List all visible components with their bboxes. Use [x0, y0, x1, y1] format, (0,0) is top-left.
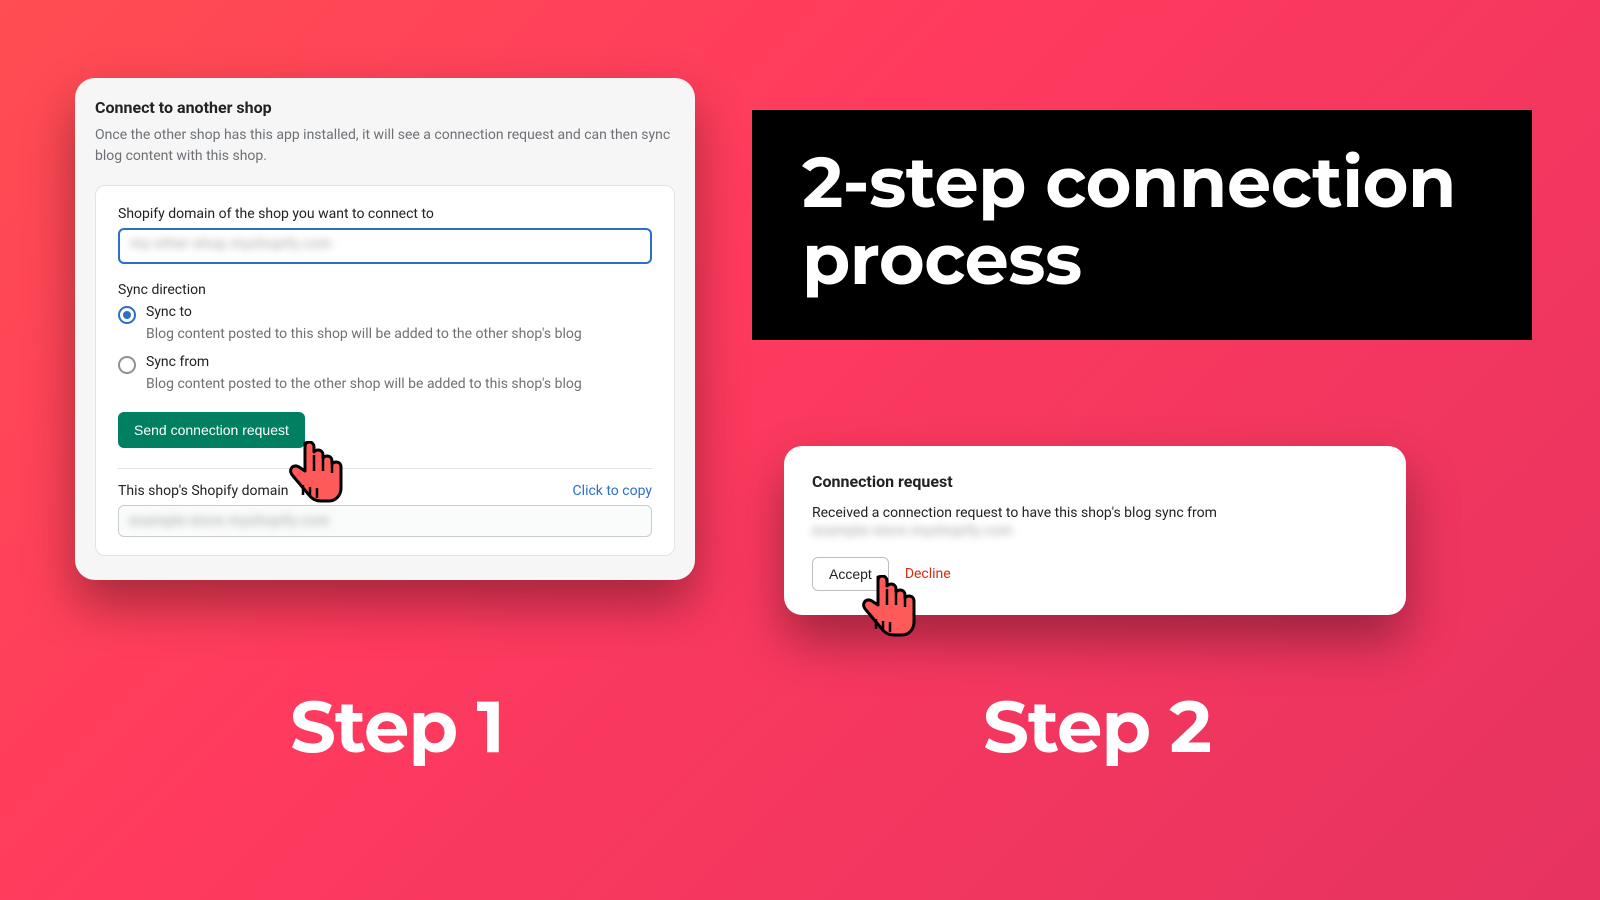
accept-button[interactable]: Accept [812, 557, 889, 591]
sync-direction-label: Sync direction [118, 282, 652, 298]
request-title: Connection request [812, 472, 1378, 491]
domain-field-label: Shopify domain of the shop you want to c… [118, 206, 652, 222]
sync-from-desc: Blog content posted to the other shop wi… [146, 376, 652, 392]
connect-form: Shopify domain of the shop you want to c… [95, 185, 675, 556]
request-message: Received a connection request to have th… [812, 505, 1378, 521]
radio-icon [118, 306, 136, 324]
divider [118, 468, 652, 469]
headline-line1: 2-step connection [802, 144, 1482, 221]
sync-to-label: Sync to [146, 304, 192, 320]
step1-label: Step 1 [290, 683, 504, 771]
this-domain-label: This shop's Shopify domain [118, 483, 289, 499]
step2-label: Step 2 [983, 683, 1211, 771]
request-from-value: example-store.myshopify.com [812, 523, 1378, 539]
headline-banner: 2-step connection process [752, 110, 1532, 340]
this-domain-field[interactable]: example-store.myshopify.com [118, 505, 652, 537]
domain-input[interactable]: my-other-shop.myshopify.com [118, 228, 652, 264]
connect-title: Connect to another shop [95, 98, 675, 117]
decline-button[interactable]: Decline [905, 566, 951, 582]
radio-icon [118, 356, 136, 374]
sync-to-desc: Blog content posted to this shop will be… [146, 326, 652, 342]
request-card: Connection request Received a connection… [784, 446, 1406, 615]
send-request-button[interactable]: Send connection request [118, 412, 305, 448]
copy-link[interactable]: Click to copy [573, 483, 652, 499]
connect-card: Connect to another shop Once the other s… [75, 78, 695, 580]
sync-from-label: Sync from [146, 354, 209, 370]
headline-line2: process [802, 221, 1482, 298]
sync-to-option[interactable]: Sync to [118, 304, 652, 324]
sync-from-option[interactable]: Sync from [118, 354, 652, 374]
domain-input-value: my-other-shop.myshopify.com [130, 236, 332, 252]
this-domain-value: example-store.myshopify.com [129, 513, 330, 529]
connect-subtitle: Once the other shop has this app install… [95, 125, 675, 167]
